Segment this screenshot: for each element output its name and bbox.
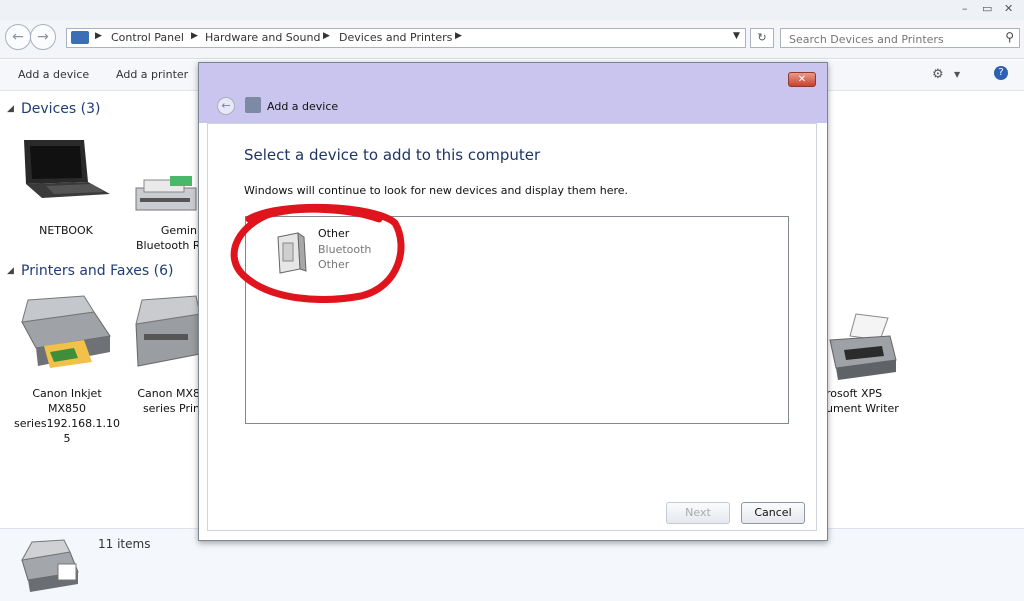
breadcrumb-separator-icon[interactable]: ▶	[191, 31, 198, 41]
breadcrumb-devices-and-printers[interactable]: Devices and Printers	[339, 31, 452, 44]
address-dropdown-icon[interactable]: ▼	[733, 31, 740, 41]
printer-label: Canon MX8 series Prin	[137, 387, 200, 415]
device-label: Gemini Bluetooth R	[136, 224, 200, 252]
dialog-close-button[interactable]: ✕	[788, 72, 816, 87]
add-device-dialog: ✕ ← Add a device Select a device to add …	[198, 62, 828, 541]
details-printer-thumbnail	[18, 538, 82, 594]
add-device-icon	[245, 97, 261, 113]
printer-label: Canon Inkjet MX850 series192.168.1.10 5	[14, 387, 121, 445]
breadcrumb-control-panel[interactable]: Control Panel	[111, 31, 184, 44]
collapse-printers-icon[interactable]: ◢	[7, 266, 14, 276]
dialog-subtext: Windows will continue to look for new de…	[244, 184, 629, 197]
bluetooth-printer-icon	[135, 176, 197, 211]
xps-document-writer[interactable]	[826, 310, 900, 380]
dialog-heading: Select a device to add to this computer	[244, 146, 541, 164]
canon-mx8-printer[interactable]	[130, 294, 201, 374]
device-label: NETBOOK	[39, 224, 93, 237]
canon-mx850-printer[interactable]	[14, 292, 114, 372]
printer-label: rosoft XPS ument Writer	[826, 387, 899, 415]
back-arrow-icon: ←	[221, 99, 231, 112]
breadcrumb-separator-icon[interactable]: ▶	[95, 31, 102, 41]
minimize-button[interactable]: –	[962, 2, 968, 16]
netbook-icon	[24, 140, 110, 198]
search-icon[interactable]: ⚲	[1005, 30, 1014, 44]
add-device-button[interactable]: Add a device	[18, 68, 89, 81]
search-input[interactable]	[787, 30, 996, 48]
restore-button[interactable]: ▭	[982, 2, 992, 16]
refresh-button[interactable]: ↻	[750, 28, 774, 48]
help-icon[interactable]: ?	[994, 66, 1008, 80]
view-dropdown-icon[interactable]: ▼	[954, 70, 960, 79]
printers-group-header[interactable]: Printers and Faxes (6)	[21, 263, 174, 279]
bluetooth-device[interactable]	[130, 170, 200, 222]
breadcrumb-separator-icon[interactable]: ▶	[455, 31, 462, 41]
printer-icon	[21, 295, 111, 368]
back-arrow-icon: ←	[12, 29, 24, 45]
printer-icon	[135, 295, 201, 367]
close-icon: ✕	[797, 74, 807, 85]
cancel-button[interactable]: Cancel	[741, 502, 805, 524]
item-count: 11 items	[98, 537, 151, 551]
red-highlight-annotation	[230, 203, 405, 303]
close-window-button[interactable]: ✕	[1004, 2, 1013, 16]
forward-arrow-icon: →	[37, 29, 49, 45]
add-printer-button[interactable]: Add a printer	[116, 68, 188, 81]
printer-icon	[829, 313, 897, 380]
control-panel-icon	[71, 31, 89, 44]
devices-group-header[interactable]: Devices (3)	[21, 101, 100, 117]
dialog-back-button[interactable]: ←	[217, 97, 235, 115]
back-button[interactable]: ←	[5, 24, 31, 50]
dialog-title-bar	[199, 63, 827, 123]
breadcrumb-hardware-and-sound[interactable]: Hardware and Sound	[205, 31, 320, 44]
next-button[interactable]: Next	[666, 502, 730, 524]
dialog-title: Add a device	[267, 100, 339, 113]
window-title-bar	[0, 0, 1024, 20]
printer-icon	[21, 539, 79, 592]
breadcrumb-separator-icon[interactable]: ▶	[323, 31, 330, 41]
address-bar[interactable]: ▶ Control Panel ▶ Hardware and Sound ▶ D…	[66, 28, 746, 48]
search-box: ⚲	[780, 28, 1020, 48]
forward-button[interactable]: →	[30, 24, 56, 50]
refresh-icon: ↻	[757, 31, 767, 44]
collapse-devices-icon[interactable]: ◢	[7, 104, 14, 114]
netbook-device[interactable]	[14, 134, 114, 202]
view-options-icon[interactable]: ⚙	[932, 67, 944, 82]
